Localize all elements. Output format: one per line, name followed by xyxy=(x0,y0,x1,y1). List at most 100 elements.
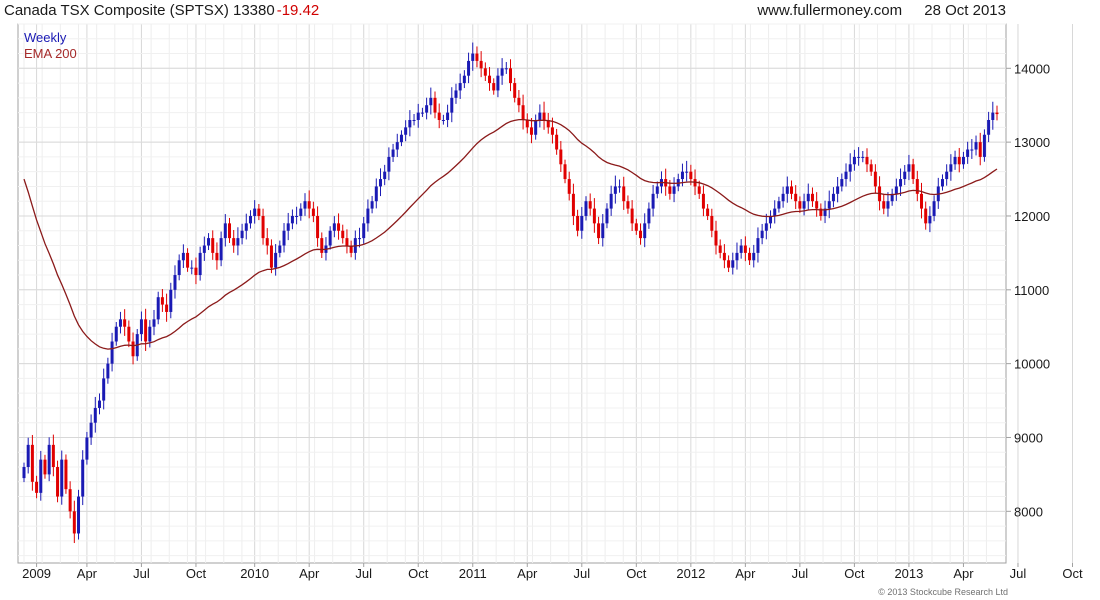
candle-body xyxy=(425,105,429,113)
y-tick-label: 10000 xyxy=(1014,357,1050,372)
candle-body xyxy=(370,201,374,209)
candle-body xyxy=(857,156,861,158)
x-tick-label: Oct xyxy=(626,566,647,581)
candle-body xyxy=(714,230,718,246)
candle-body xyxy=(345,238,349,246)
candle-body xyxy=(181,252,185,261)
candle-body xyxy=(982,134,986,157)
candle-body xyxy=(165,304,169,312)
candle-body xyxy=(571,193,575,216)
candle-body xyxy=(219,238,223,261)
candle-body xyxy=(190,267,194,269)
candle-body xyxy=(437,112,441,120)
candle-body xyxy=(601,223,605,239)
candle-body xyxy=(752,252,756,261)
candle-body xyxy=(391,149,395,157)
candle-body xyxy=(613,186,617,194)
candle-body xyxy=(567,179,571,194)
candle-body xyxy=(496,75,500,91)
candle-body xyxy=(395,142,399,150)
candle-body xyxy=(563,164,567,180)
candle-body xyxy=(160,297,164,305)
candle-body xyxy=(525,119,529,128)
candle-body xyxy=(64,459,68,490)
candle-body xyxy=(500,68,504,76)
candle-body xyxy=(529,127,533,135)
candle-body xyxy=(257,208,261,216)
candle-body xyxy=(441,119,445,121)
candle-body xyxy=(605,208,609,224)
candle-body xyxy=(253,208,257,216)
candle-body xyxy=(630,208,634,224)
candle-body xyxy=(240,230,244,239)
candle-body xyxy=(383,171,387,180)
candle-body xyxy=(584,201,588,216)
candle-body xyxy=(961,156,965,165)
candle-body xyxy=(651,193,655,209)
candle-body xyxy=(248,215,252,224)
candle-body xyxy=(475,53,479,61)
candle-body xyxy=(513,83,517,98)
candle-body xyxy=(903,171,907,180)
candle-body xyxy=(987,119,991,135)
candle-body xyxy=(387,156,391,172)
candle-body xyxy=(450,97,454,113)
x-tick-label: Jul xyxy=(573,566,590,581)
candle-body xyxy=(622,186,626,202)
candle-body xyxy=(274,252,278,268)
candle-body xyxy=(957,156,961,165)
candle-body xyxy=(123,319,127,327)
candle-body xyxy=(727,260,731,268)
x-tick-label: 2013 xyxy=(894,566,923,581)
candle-body xyxy=(718,245,722,253)
candle-body xyxy=(211,238,215,253)
candle-body xyxy=(634,223,638,231)
candle-body xyxy=(680,171,684,180)
candle-body xyxy=(303,201,307,209)
candle-body xyxy=(236,238,240,246)
candle-body xyxy=(886,201,890,209)
candle-body xyxy=(882,201,886,209)
candle-body xyxy=(970,149,974,151)
candle-body xyxy=(282,230,286,246)
x-tick-label: 2012 xyxy=(676,566,705,581)
candle-body xyxy=(668,186,672,194)
candle-body xyxy=(940,179,944,187)
candle-body xyxy=(215,252,219,261)
candle-body xyxy=(517,97,521,106)
candle-body xyxy=(773,208,777,216)
candle-body xyxy=(710,215,714,231)
candle-body xyxy=(374,186,378,202)
candle-body xyxy=(446,112,450,120)
candle-body xyxy=(110,341,114,364)
candle-body xyxy=(865,156,869,165)
candle-body xyxy=(269,245,273,268)
candle-body xyxy=(920,193,924,209)
candle-body xyxy=(911,164,915,180)
candle-body xyxy=(760,230,764,239)
candle-body xyxy=(509,68,512,84)
candle-body xyxy=(202,245,206,253)
candle-body xyxy=(186,252,190,268)
candle-body xyxy=(39,459,43,493)
candle-body xyxy=(261,215,265,239)
candle-body xyxy=(299,208,303,216)
candle-body xyxy=(953,156,957,165)
candle-body xyxy=(609,193,613,209)
candle-body xyxy=(169,289,173,312)
candle-body xyxy=(454,90,458,98)
candle-body xyxy=(316,215,320,239)
candle-body xyxy=(362,223,366,239)
candle-body xyxy=(51,444,55,468)
candle-body xyxy=(22,467,26,479)
candle-body xyxy=(420,112,424,114)
candle-body xyxy=(47,444,51,475)
candle-body xyxy=(827,201,831,209)
candle-body xyxy=(555,134,559,150)
candle-body xyxy=(840,179,844,187)
candle-body xyxy=(488,75,492,84)
candle-body xyxy=(924,208,928,224)
candle-body xyxy=(639,230,643,239)
candle-body xyxy=(991,112,995,120)
candle-body xyxy=(118,319,122,327)
